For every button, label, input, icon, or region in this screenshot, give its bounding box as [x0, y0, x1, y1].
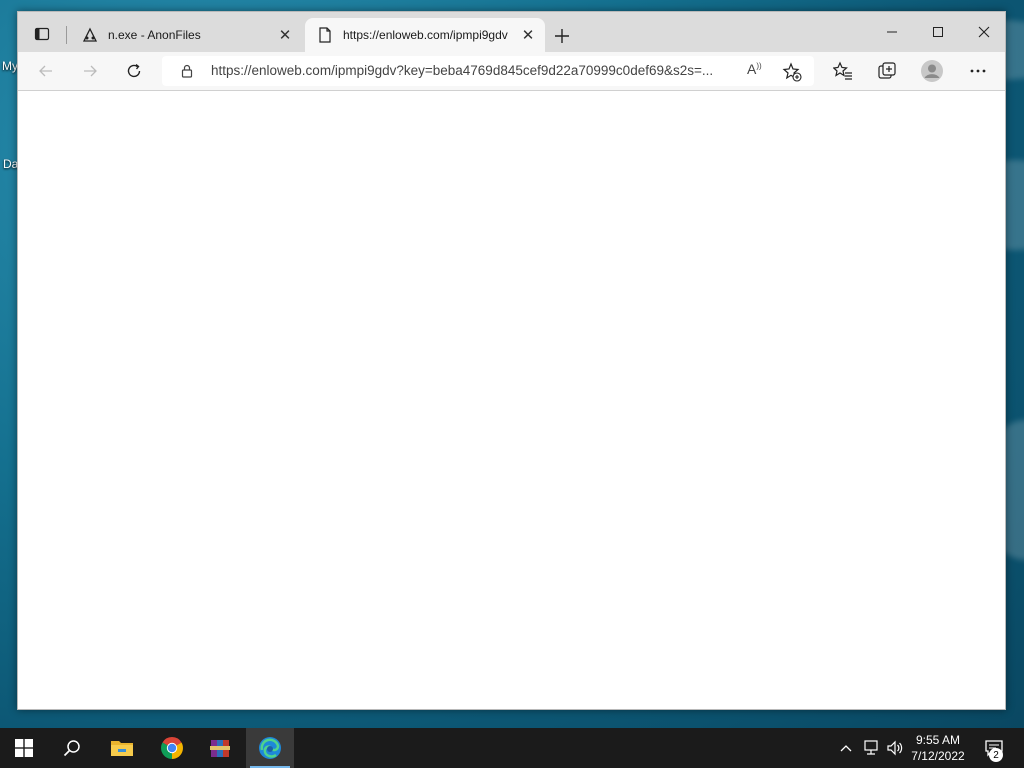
tab-bar: n.exe - AnonFiles ✕ https://enloweb.com/…	[18, 12, 1005, 52]
file-explorer-icon	[111, 741, 133, 756]
arrow-right-icon	[84, 65, 97, 77]
tab-actions-icon	[34, 27, 50, 41]
arrow-left-icon	[39, 65, 52, 77]
settings-menu-button[interactable]	[962, 56, 994, 86]
url-text[interactable]: https://enloweb.com/ipmpi9gdv?key=beba47…	[211, 63, 731, 78]
close-tab-icon[interactable]: ✕	[274, 24, 296, 46]
forward-button[interactable]	[74, 56, 106, 86]
collections-button[interactable]	[871, 56, 903, 86]
read-aloud-icon[interactable]: A))	[747, 61, 767, 81]
plus-icon	[555, 29, 569, 43]
lock-icon[interactable]	[179, 63, 195, 79]
collections-icon	[878, 62, 896, 79]
minimize-icon	[887, 31, 897, 33]
navigation-bar: https://enloweb.com/ipmpi9gdv?key=beba47…	[18, 52, 1005, 91]
network-button[interactable]	[860, 728, 882, 768]
clock-time: 9:55 AM	[915, 733, 961, 747]
speaker-icon	[887, 740, 903, 756]
tab-actions-button[interactable]	[26, 20, 58, 48]
taskbar-clock[interactable]: 9:55 AM 7/12/2022	[903, 732, 973, 764]
clock-date: 7/12/2022	[911, 749, 965, 763]
edge-button[interactable]	[246, 728, 294, 768]
profile-button[interactable]	[916, 56, 948, 86]
page-content[interactable]	[18, 91, 1005, 709]
avatar-icon	[921, 60, 943, 82]
page-icon	[317, 27, 333, 43]
tab-enloweb[interactable]: https://enloweb.com/ipmpi9gdv ✕	[305, 18, 545, 52]
show-hidden-icons-button[interactable]	[836, 728, 856, 768]
desktop-icon-label[interactable]: My	[2, 59, 18, 73]
tab-anonfiles[interactable]: n.exe - AnonFiles ✕	[70, 18, 302, 52]
maximize-button[interactable]	[915, 12, 961, 52]
anonfiles-icon	[82, 27, 98, 43]
new-tab-button[interactable]	[550, 24, 574, 48]
back-button[interactable]	[30, 56, 62, 86]
search-icon	[63, 740, 80, 757]
favorites-button[interactable]	[827, 56, 859, 86]
browser-window: n.exe - AnonFiles ✕ https://enloweb.com/…	[17, 11, 1006, 710]
address-bar[interactable]: https://enloweb.com/ipmpi9gdv?key=beba47…	[162, 56, 814, 86]
notification-count-badge: 2	[989, 748, 1003, 762]
network-icon	[864, 740, 878, 755]
maximize-icon	[933, 27, 943, 37]
tab-separator	[66, 26, 67, 44]
windows-start-icon	[15, 739, 33, 757]
chrome-icon	[161, 737, 183, 759]
close-window-button[interactable]	[961, 12, 1007, 52]
refresh-icon	[127, 63, 141, 78]
winrar-button[interactable]	[196, 728, 244, 768]
winrar-icon	[210, 740, 230, 757]
minimize-button[interactable]	[869, 12, 915, 52]
add-favorite-icon[interactable]	[782, 62, 802, 82]
start-button[interactable]	[0, 728, 48, 768]
taskbar: 9:55 AM 7/12/2022 2	[0, 728, 1024, 768]
search-button[interactable]	[48, 728, 96, 768]
file-explorer-button[interactable]	[98, 728, 146, 768]
favorites-icon	[833, 61, 852, 80]
tab-title: n.exe - AnonFiles	[108, 28, 201, 42]
more-options-icon	[970, 69, 986, 73]
close-icon	[978, 26, 990, 38]
edge-icon	[259, 737, 281, 759]
close-tab-icon[interactable]: ✕	[517, 24, 539, 46]
tab-title: https://enloweb.com/ipmpi9gdv	[343, 28, 508, 42]
chevron-up-icon	[840, 745, 852, 752]
chrome-button[interactable]	[148, 728, 196, 768]
refresh-button[interactable]	[118, 56, 150, 86]
